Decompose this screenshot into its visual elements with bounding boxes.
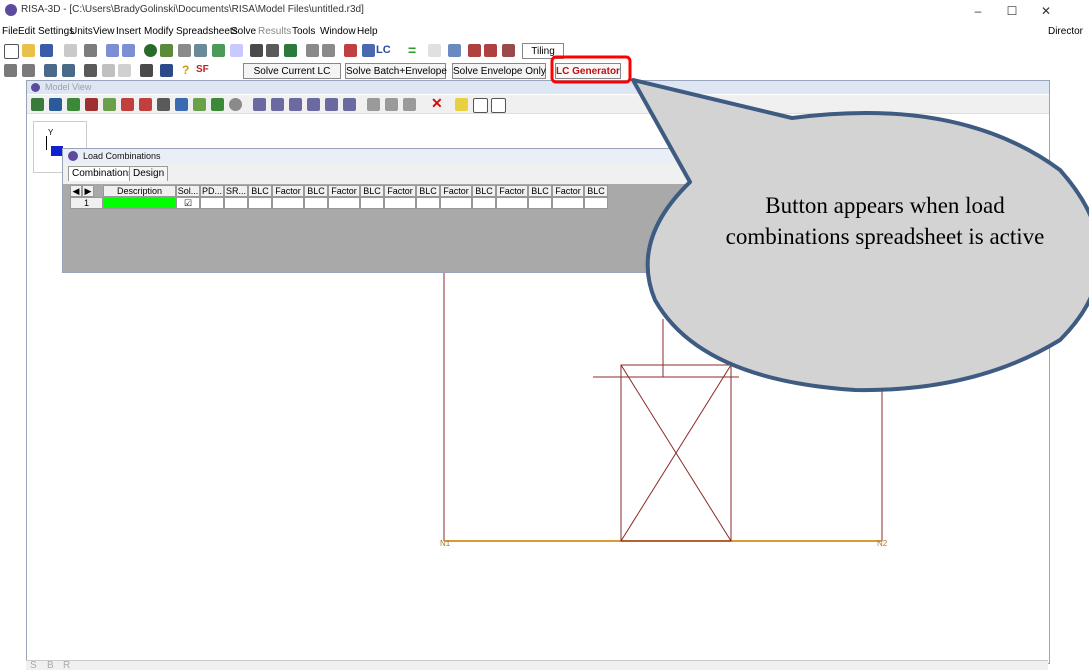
highlight-box — [550, 55, 632, 84]
callout-text: Button appears when load combinations sp… — [725, 193, 1045, 249]
callout-overlay — [550, 55, 1089, 393]
